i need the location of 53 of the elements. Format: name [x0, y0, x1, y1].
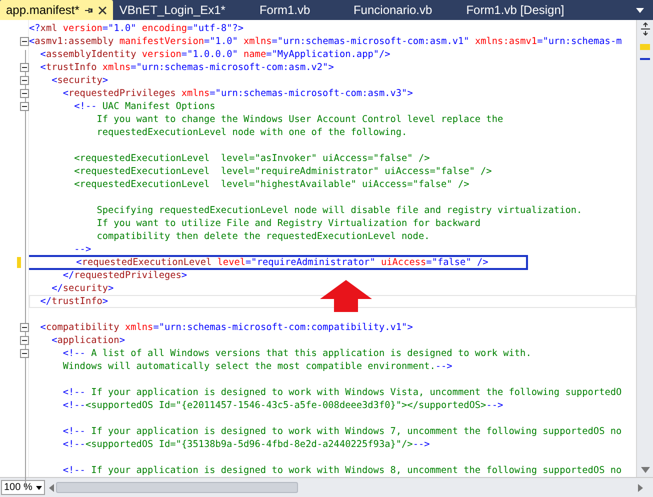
- change-mark: [640, 44, 650, 50]
- collapse-toggle[interactable]: [20, 102, 29, 111]
- document-tab[interactable]: Funcionario.vb: [347, 0, 438, 20]
- code-line: <security>: [50, 74, 108, 87]
- code-line: <!-- If your application is designed to work with Windows Vista, uncomment the following supportedO: [62, 386, 622, 399]
- code-line: <!-- If your application is designed to work with Windows 7, uncomment the following supportedOS no: [62, 425, 622, 438]
- caret-icon[interactable]: [36, 486, 42, 490]
- code-line: Windows will automatically select the most compatible environment.-->: [62, 360, 452, 373]
- collapse-toggle[interactable]: [20, 63, 29, 72]
- collapse-toggle[interactable]: [20, 37, 29, 46]
- document-tab[interactable]: Form1.vb [Design]: [460, 0, 570, 20]
- code-line: <asmv1:assembly manifestVersion="1.0" xmlns="urn:schemas-microsoft-com:asm.v1" xmlns:asmv1="urn:schemas-m: [29, 35, 622, 48]
- code-line: <requestedPrivileges xmlns="urn:schemas-microsoft-com:asm.v3">: [62, 87, 413, 100]
- scroll-down-icon[interactable]: [640, 467, 650, 473]
- code-line: </requestedPrivileges>: [62, 269, 188, 282]
- horizontal-scrollbar[interactable]: [49, 480, 643, 495]
- code-line: <requestedExecutionLevel level="highestAvailable" uiAccess="false" />: [73, 178, 470, 191]
- up-arrow-icon: [318, 279, 374, 313]
- code-line: <?xml version="1.0" encoding="utf-8"?>: [29, 22, 244, 35]
- document-tab[interactable]: VBnET_Login_Ex1*: [113, 0, 232, 20]
- code-line: <application>: [50, 334, 125, 347]
- code-line: </security>: [50, 282, 114, 295]
- code-line: -->: [73, 243, 92, 256]
- collapse-toggle[interactable]: [20, 76, 29, 85]
- pin-icon[interactable]: [84, 6, 94, 14]
- collapse-toggle[interactable]: [20, 349, 29, 358]
- collapse-toggle[interactable]: [20, 89, 29, 98]
- code-line: <!-- If your application is designed to work with Windows 8, uncomment the following supportedOS no: [62, 464, 622, 477]
- close-icon[interactable]: [98, 6, 108, 14]
- vertical-scrollbar[interactable]: [636, 20, 653, 477]
- code-line: Specifying requestedExecutionLevel node will disable file and registry virtualization.: [96, 204, 582, 217]
- code-line: requestedExecutionLevel node with one of the following.: [96, 126, 408, 139]
- code-line: <assemblyIdentity version="1.0.0.0" name="MyApplication.app"/>: [39, 48, 390, 61]
- code-line: compatibility then delete the requestedExecutionLevel node.: [96, 230, 430, 243]
- document-tab[interactable]: app.manifest*: [0, 0, 114, 20]
- collapse-toggle[interactable]: [20, 323, 29, 332]
- code-line: <!-- UAC Manifest Options: [73, 100, 216, 113]
- code-line: If you want to change the Windows User Account Control level replace the: [96, 113, 504, 126]
- code-line: </trustInfo>: [39, 295, 108, 308]
- collapse-toggle[interactable]: [20, 336, 29, 345]
- scroll-right-icon[interactable]: [638, 484, 643, 492]
- code-line: <trustInfo xmlns="urn:schemas-microsoft-com:asm.v2">: [39, 61, 334, 74]
- code-line: <requestedExecutionLevel level="asInvoker" uiAccess="false" />: [73, 152, 430, 165]
- split-icon[interactable]: [640, 22, 650, 36]
- document-tab[interactable]: Form1.vb: [253, 0, 326, 20]
- code-line: <!-- A list of all Windows versions that this application is designed to work with.: [62, 347, 532, 360]
- code-line: <requestedExecutionLevel level="requireAdministrator" uiAccess="false" />: [73, 165, 492, 178]
- scroll-left-icon[interactable]: [49, 484, 54, 492]
- code-line: <compatibility xmlns="urn:schemas-microsoft-com:compatibility.v1">: [39, 321, 413, 334]
- code-line: <!--<supportedOS Id="{e2011457-1546-43c5-a5fe-008deee3d3f0}"></supportedOS>-->: [62, 399, 504, 412]
- code-line: <!--<supportedOS Id="{35138b9a-5d96-4fbd-8e2d-a2440225f93a}"/>-->: [62, 438, 430, 451]
- caret-mark: [640, 58, 650, 60]
- code-line: If you want to utilize File and Registry Virtualization for backward: [96, 217, 481, 230]
